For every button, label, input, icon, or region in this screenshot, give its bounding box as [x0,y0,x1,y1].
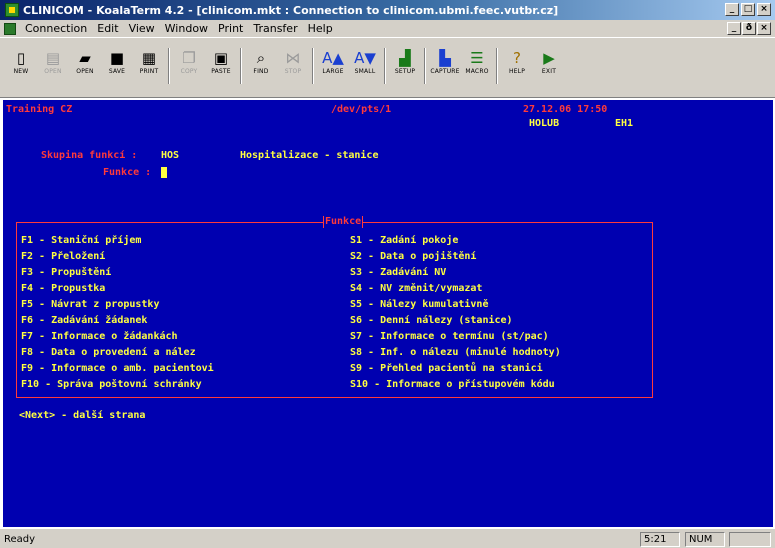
skupina-value: HOS [161,150,180,161]
function-item[interactable]: S7 - Informace o termínu (st/pac) [350,329,561,345]
function-item[interactable]: F5 - Návrat z propustky [21,297,214,313]
next-page-hint: <Next> - další strana [19,410,146,421]
setup-button[interactable]: ▟ SETUP [390,48,420,88]
small-font-icon: A▼ [354,49,376,67]
function-item[interactable]: F9 - Informace o amb. pacientovi [21,361,214,377]
function-item[interactable]: F7 - Informace o žádankách [21,329,214,345]
toolbar: ▯ NEW ▤ OPEN ▰ OPEN ■ SAVE ▦ PRINT ❐ COPY ▣ PAS… [0,38,775,98]
menu-bar: Connection Edit View Window Print Transf… [0,20,775,38]
training-header: Training CZ [6,104,73,115]
function-item[interactable]: S4 - NV změnit/vymazat [350,281,561,297]
function-item[interactable]: S10 - Informace o přístupovém kódu [350,377,561,393]
help-icon: ? [513,49,521,67]
status-bar: Ready 5:21 NUM [0,528,775,548]
function-item[interactable]: F2 - Přeložení [21,249,214,265]
stop-button[interactable]: ⋈ STOP [278,48,308,88]
function-item[interactable]: S2 - Data o pojištění [350,249,561,265]
copy-icon: ❐ [182,49,196,67]
large-font-icon: A▲ [322,49,344,67]
capture-button[interactable]: ▙ CAPTURE [430,48,460,88]
toolbar-separator [168,48,170,84]
child-close-button[interactable]: × [757,22,771,35]
skupina-label: Skupina funkcí : [41,150,138,161]
function-item[interactable]: F6 - Zadávání žádanek [21,313,214,329]
exit-button[interactable]: ▶ EXIT [534,48,564,88]
menu-help[interactable]: Help [303,22,338,35]
function-item[interactable]: F1 - Staniční příjem [21,233,214,249]
toolbar-separator [424,48,426,84]
setup-icon: ▟ [399,49,411,67]
disabled-open-icon: ▤ [45,49,61,67]
copy-button[interactable]: ❐ COPY [174,48,204,88]
menu-view[interactable]: View [124,22,160,35]
function-item[interactable]: S1 - Zadání pokoje [350,233,561,249]
function-item[interactable]: F10 - Správa poštovní schránky [21,377,214,393]
menu-connection[interactable]: Connection [20,22,92,35]
menu-edit[interactable]: Edit [92,22,123,35]
macro-icon: ☰ [470,49,484,67]
function-item[interactable]: S8 - Inf. o nálezu (minulé hodnoty) [350,345,561,361]
funkce-input[interactable] [161,167,167,181]
minimize-button[interactable]: _ [725,3,739,16]
function-item[interactable]: S9 - Přehled pacientů na stanici [350,361,561,377]
menu-print[interactable]: Print [213,22,248,35]
exit-icon: ▶ [543,49,555,67]
funkce-label: Funkce : [103,167,152,178]
toolbar-separator [384,48,386,84]
function-item[interactable]: F8 - Data o provedení a nález [21,345,214,361]
functions-left-column: F1 - Staniční příjem F2 - Přeložení F3 -… [21,233,214,393]
device-path: /dev/pts/1 [331,104,392,115]
window-title: CLINICOM - KoalaTerm 4.2 - [clinicom.mkt… [23,3,559,17]
skupina-description: Hospitalizace - stanice [240,150,379,161]
new-doc-icon: ▯ [16,49,26,67]
terminal-id: EH1 [615,118,634,129]
function-item[interactable]: F3 - Propuštění [21,265,214,281]
maximize-button[interactable]: □ [741,3,755,16]
function-item[interactable]: F4 - Propustka [21,281,214,297]
user-name: HOLUB [529,118,560,129]
menu-window[interactable]: Window [160,22,213,35]
function-item[interactable]: S3 - Zadávání NV [350,265,561,281]
menu-transfer[interactable]: Transfer [248,22,302,35]
child-minimize-button[interactable]: _ [727,22,741,35]
status-ready: Ready [4,534,36,545]
functions-right-column: S1 - Zadání pokoje S2 - Data o pojištění… [350,233,561,393]
print-button[interactable]: ▦ PRINT [134,48,164,88]
small-font-button[interactable]: A▼ SMALL [350,48,380,88]
open-button[interactable]: ▰ OPEN [70,48,100,88]
datetime: 27.12.06 17:50 [523,104,608,115]
terminal-screen[interactable]: Training CZ /dev/pts/1 27.12.06 17:50 HO… [3,100,773,527]
open-folder-icon: ▰ [79,49,91,67]
close-button[interactable]: × [757,3,771,16]
capture-icon: ▙ [439,49,451,67]
functions-box-title: Funkce [323,216,364,228]
large-font-button[interactable]: A▲ LARGE [318,48,348,88]
find-button[interactable]: ⌕ FIND [246,48,276,88]
num-lock-indicator: NUM [685,532,725,547]
function-item[interactable]: S5 - Nálezy kumulativně [350,297,561,313]
printer-icon: ▦ [141,49,157,67]
toolbar-separator [312,48,314,84]
stop-icon: ⋈ [285,49,301,67]
open-disabled-button[interactable]: ▤ OPEN [38,48,68,88]
paste-icon: ▣ [213,49,229,67]
cursor-position: 5:21 [640,532,680,547]
new-button[interactable]: ▯ NEW [6,48,36,88]
status-pane-empty [729,532,771,547]
save-disk-icon: ■ [109,49,125,67]
text-cursor [161,167,167,178]
toolbar-separator [496,48,498,84]
macro-button[interactable]: ☰ MACRO [462,48,492,88]
document-window-icon[interactable] [4,22,16,35]
toolbar-separator [240,48,242,84]
functions-box: Funkce F1 - Staniční příjem F2 - Přelože… [16,216,653,398]
help-button[interactable]: ? HELP [502,48,532,88]
find-magnifier-icon: ⌕ [256,49,266,67]
title-bar[interactable]: CLINICOM - KoalaTerm 4.2 - [clinicom.mkt… [0,0,775,20]
child-restore-button[interactable]: ð [742,22,756,35]
paste-button[interactable]: ▣ PASTE [206,48,236,88]
koalaterm-app-icon[interactable] [5,3,19,17]
save-button[interactable]: ■ SAVE [102,48,132,88]
function-item[interactable]: S6 - Denní nálezy (stanice) [350,313,561,329]
